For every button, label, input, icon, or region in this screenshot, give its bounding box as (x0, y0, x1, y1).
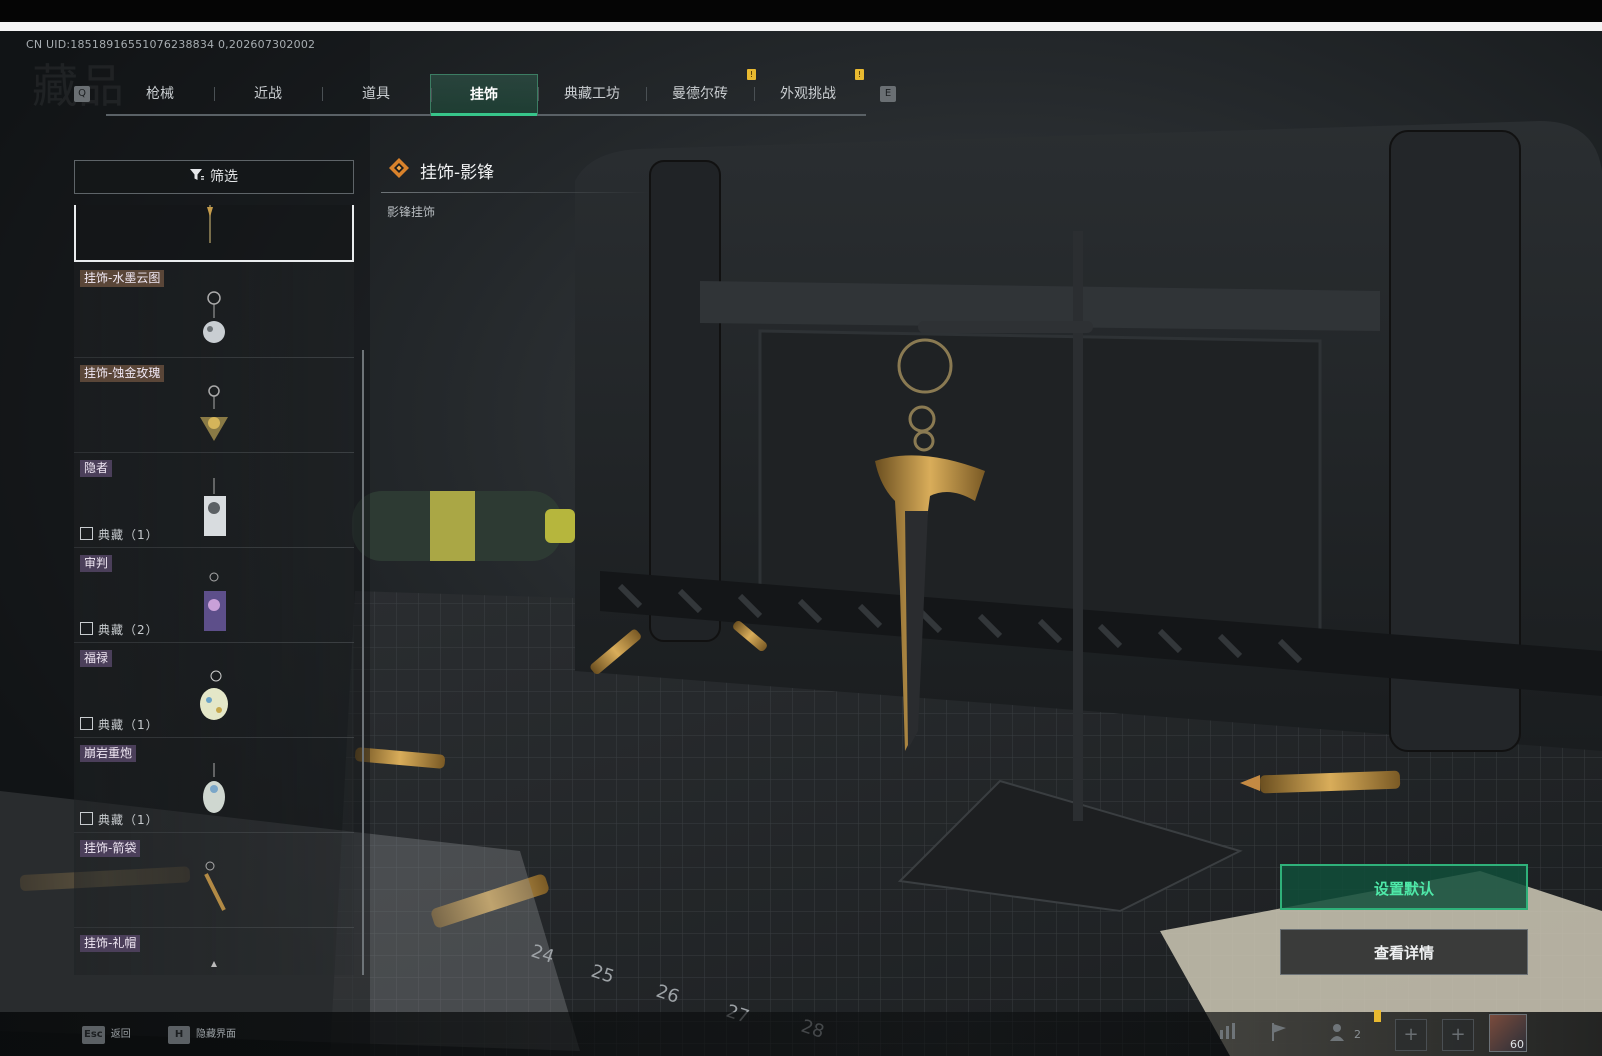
flag-icon[interactable] (1266, 1022, 1292, 1048)
list-item[interactable]: 挂饰-蚀金玫瑰 (74, 357, 354, 453)
item-name-tag: 挂饰-礼帽 (80, 935, 141, 952)
team-slot-empty[interactable]: + (1442, 1019, 1474, 1051)
list-item[interactable]: 挂饰-水墨云图 (74, 262, 354, 358)
collection-count-text: 典藏（1） (98, 528, 159, 542)
image-icon (80, 622, 93, 635)
charm-thumbnail (204, 572, 226, 631)
tab-label: 近战 (254, 86, 282, 102)
tab-melee[interactable]: 近战 (214, 74, 322, 114)
filter-button[interactable]: 筛选 (74, 160, 354, 194)
charm-thumbnail (203, 291, 225, 343)
item-title: 挂饰-影锋 (420, 163, 495, 183)
item-subtitle: 影锋挂饰 (387, 205, 436, 219)
stats-icon[interactable] (1215, 1022, 1241, 1048)
bottom-bar (0, 1012, 1602, 1056)
item-name-tag: 福禄 (80, 650, 113, 667)
charm-thumbnail (200, 670, 228, 720)
item-name-tag: 挂饰-箭袋 (80, 840, 141, 857)
avatar[interactable]: 60 (1489, 1014, 1527, 1052)
charm-thumbnail (211, 961, 217, 967)
charm-thumbnail (207, 205, 213, 243)
filter-icon (190, 161, 204, 193)
window-top-border (0, 22, 1602, 31)
plus-icon: + (1450, 1024, 1466, 1045)
tab-label: 曼德尔砖 (672, 86, 728, 102)
charm-thumbnail (200, 385, 228, 441)
tab-next-key-hint[interactable]: E (880, 86, 896, 102)
list-item[interactable]: 福禄 典藏（1） (74, 642, 354, 738)
charm-thumbnail (203, 763, 225, 813)
charm-thumbnail (204, 478, 226, 536)
collection-count-text: 典藏（1） (98, 718, 159, 732)
list-item[interactable]: 挂饰-礼帽 (74, 927, 354, 975)
item-name-tag: 挂饰-蚀金玫瑰 (80, 365, 165, 382)
list-item-selected[interactable] (74, 205, 354, 262)
title-divider (381, 192, 649, 193)
tab-collection-workshop[interactable]: 典藏工坊 (538, 74, 646, 114)
h-key: H (168, 1026, 190, 1044)
window-top-bar (0, 0, 1602, 22)
item-name-tag: 挂饰-水墨云图 (80, 270, 165, 287)
item-name-tag: 隐者 (80, 460, 113, 477)
esc-key: Esc (82, 1026, 105, 1044)
charm-list[interactable]: 挂饰-水墨云图 挂饰-蚀金玫瑰 隐者 典藏（1） 审判 典藏（2） 福禄 典藏（… (74, 205, 354, 975)
collection-count: 典藏（1） (80, 811, 159, 828)
charm-thumbnail (204, 861, 226, 911)
tab-label: 枪械 (146, 86, 174, 102)
back-hint[interactable]: Esc 返回 (82, 1025, 131, 1045)
filter-label: 筛选 (210, 169, 238, 185)
collection-count-text: 典藏（2） (98, 623, 159, 637)
category-tabs: 枪械 近战 道具 挂饰 典藏工坊 曼德尔砖! 外观挑战! (106, 69, 866, 116)
back-label: 返回 (110, 1029, 131, 1040)
player-level: 60 (1510, 1038, 1524, 1051)
view-detail-button[interactable]: 查看详情 (1280, 929, 1528, 975)
tab-items[interactable]: 道具 (322, 74, 430, 114)
tab-appearance-challenge[interactable]: 外观挑战! (754, 69, 864, 114)
tab-prev-key-hint[interactable]: Q (74, 86, 90, 102)
tab-label: 道具 (362, 86, 390, 102)
notification-badge: ! (855, 69, 864, 80)
collection-count: 典藏（2） (80, 621, 159, 638)
item-name-tag: 崩岩重炮 (80, 745, 137, 762)
item-name-tag: 审判 (80, 555, 113, 572)
collection-count: 典藏（1） (80, 526, 159, 543)
set-default-button[interactable]: 设置默认 (1280, 864, 1528, 910)
list-item[interactable]: 崩岩重炮 典藏（1） (74, 737, 354, 833)
friends-icon[interactable] (1326, 1022, 1352, 1048)
collection-count-text: 典藏（1） (98, 813, 159, 827)
tab-guns[interactable]: 枪械 (106, 74, 214, 114)
tab-label: 挂饰 (470, 87, 498, 103)
image-icon (80, 527, 93, 540)
tab-label: 外观挑战 (780, 86, 836, 102)
hide-ui-hint[interactable]: H 隐藏界面 (168, 1025, 236, 1045)
collection-count: 典藏（1） (80, 716, 159, 733)
tab-charms[interactable]: 挂饰 (430, 74, 538, 116)
image-icon (80, 717, 93, 730)
team-slot-empty[interactable]: + (1395, 1019, 1427, 1051)
image-icon (80, 812, 93, 825)
list-item[interactable]: 隐者 典藏（1） (74, 452, 354, 548)
friend-count: 2 (1354, 1028, 1361, 1041)
list-item[interactable]: 挂饰-箭袋 (74, 832, 354, 928)
hide-ui-label: 隐藏界面 (196, 1029, 236, 1040)
tab-mandel-brick[interactable]: 曼德尔砖! (646, 69, 756, 114)
plus-icon: + (1403, 1024, 1419, 1045)
list-item[interactable]: 审判 典藏（2） (74, 547, 354, 643)
diamond-icon (389, 158, 409, 178)
tab-label: 典藏工坊 (564, 86, 620, 102)
notification-badge (1374, 1010, 1381, 1022)
list-scrollbar[interactable] (362, 350, 364, 975)
